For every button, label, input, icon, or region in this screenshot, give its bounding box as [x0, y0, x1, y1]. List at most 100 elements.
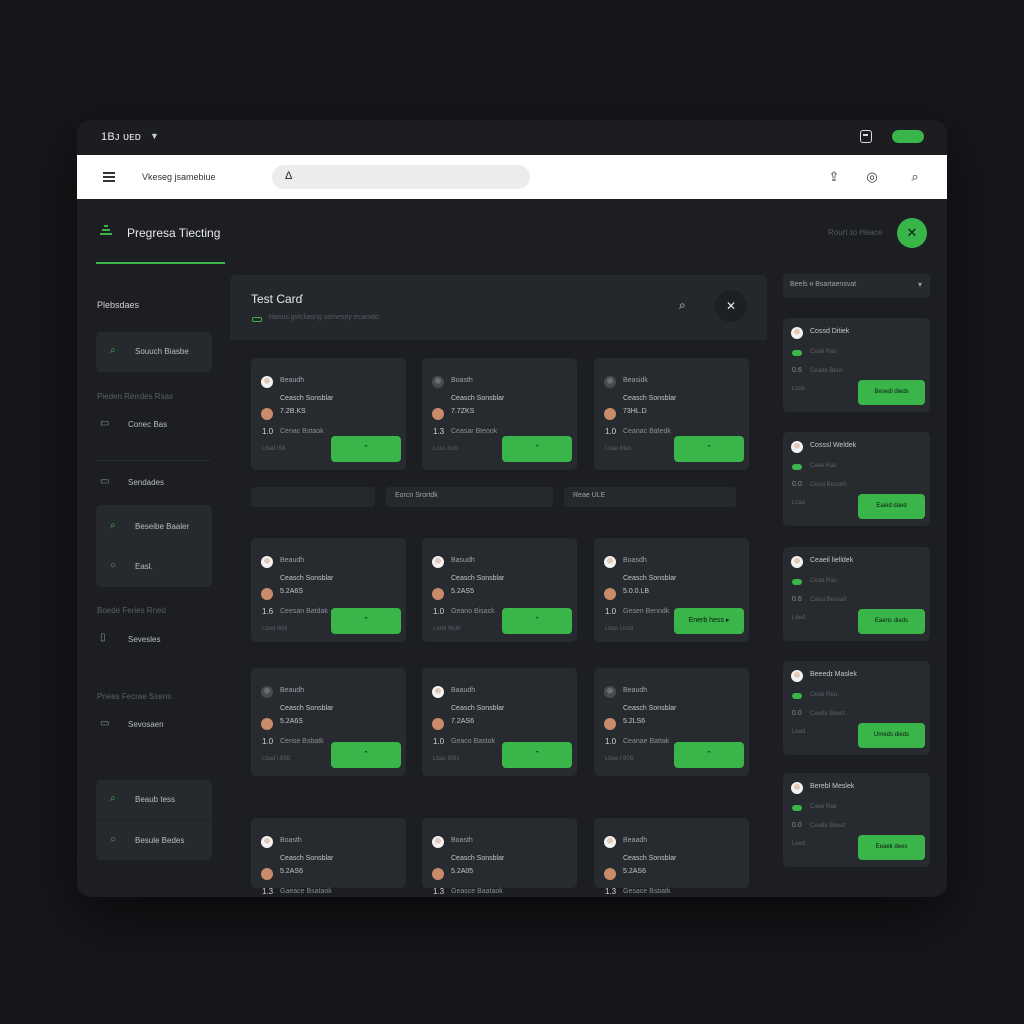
card-value: 73HL.D — [623, 408, 647, 415]
card-action-button[interactable]: ⌃ — [331, 608, 401, 634]
nav-item-beseibe[interactable]: Beseibe Baaler — [135, 522, 189, 531]
test-card[interactable]: Beaudh Ceasch Sonsblar 5.2LS6 1.0 Ceanae Bat… — [594, 668, 749, 776]
card-detail: Ceanac Batedk — [623, 428, 671, 435]
globe-icon[interactable]: ◎ — [863, 168, 881, 186]
side-card-number: 0.6 — [792, 596, 802, 603]
side-card[interactable]: Cosssl Weldek Ceee Ras 0.0 Cessi Besseh Lcad… — [783, 432, 930, 526]
app-window: 1Bᴊ ᴜᴇᴅ ▼ Vkeseg jsamebiue Δ ⇪ ◎ ⌕ Pregr… — [77, 120, 947, 897]
nav-item-sendades[interactable]: Sendades — [128, 478, 164, 487]
card-action-button[interactable]: Enerb hess ▸ — [674, 608, 744, 634]
search-input[interactable]: Δ — [272, 165, 530, 189]
nav-item-besule[interactable]: Besule Bedes — [135, 836, 184, 845]
side-card[interactable]: Beeedɪ Maslek Cede Reu 0.0 Ceede Beuct Lead U… — [783, 661, 930, 755]
side-card[interactable]: Ceaeil lielldek Ceda Ras 0.6 Cassi Bessalt L… — [783, 547, 930, 641]
card-name: Beaudh — [623, 687, 648, 694]
side-card-button[interactable]: Eeaek dees — [858, 835, 925, 860]
side-card-button[interactable]: Besedi dieds — [858, 380, 925, 405]
side-card-name: Cossd Ditiek — [810, 328, 850, 335]
test-card[interactable]: Boasth Ceasch Sonsblar 5.2A05 1.3 Geasce Baa… — [422, 818, 577, 896]
filter-segment[interactable]: Reae ULE — [564, 487, 736, 507]
avatar — [261, 408, 273, 420]
card-action-button[interactable]: ⌃ — [502, 742, 572, 768]
menu-icon[interactable] — [103, 171, 115, 182]
card-number: 1.0 — [433, 607, 445, 616]
avatar — [432, 376, 444, 388]
share-icon[interactable]: ⇪ — [825, 168, 843, 186]
side-card-button[interactable]: Eaeris dieds — [858, 609, 925, 634]
test-card[interactable]: Boasth Ceasch Sonsblar 5.2AS6 1.3 Gaeace Bsa… — [251, 818, 406, 896]
test-card[interactable]: Beaudh Ceasch Sonsblar 5.2A6S 1.0 Cense Bsba… — [251, 668, 406, 776]
status-toggle[interactable] — [892, 130, 924, 143]
divider — [96, 820, 212, 821]
test-card[interactable]: Beasidk Ceasch Sonsblar 73HL.D 1.0 Ceanac Ba… — [594, 358, 749, 470]
nav-item-label: Souuch Biasbe — [135, 347, 189, 356]
card-title: Ceasch Sonsblar — [623, 575, 677, 582]
card-value: 5.0.0.LB — [623, 588, 650, 595]
card-action-button[interactable]: ⌃ — [502, 436, 572, 462]
card-name: Boasth — [451, 377, 473, 384]
side-card[interactable]: Cossd Ditiek Cede Ras 0.6 Ceade Beuc Lcde Bes… — [783, 318, 930, 412]
card-number: 1.6 — [262, 607, 274, 616]
nav-item-sevesles[interactable]: Sevesles — [128, 635, 160, 644]
close-button[interactable]: ✕ — [897, 218, 927, 248]
side-card-meta: Lcad — [792, 500, 806, 506]
side-card[interactable]: Berebl Meslek Caee Rak 0.0 Ceade Beuat Leed E… — [783, 773, 930, 867]
card-number: 1.0 — [262, 427, 274, 436]
card-title: Ceasch Sonsblar — [280, 395, 334, 402]
side-card-detail: Caee Rak — [810, 804, 837, 810]
status-icon — [792, 805, 802, 811]
side-card-name: Cosssl Weldek — [810, 442, 857, 449]
avatar — [261, 718, 273, 730]
search-icon: ⌕ — [110, 793, 116, 804]
file-icon: ▯ — [100, 632, 106, 643]
card-value: 5.2AS5 — [451, 588, 474, 595]
test-card[interactable]: Beaadh Ceasch Sonsblar 5.2AS6 1.3 Gesace Bsb… — [594, 818, 749, 896]
inbox-icon: ▭ — [100, 418, 110, 429]
side-card-button[interactable]: Eaeid daed — [858, 494, 925, 519]
divider — [96, 460, 210, 461]
test-card[interactable]: Beaudh Ceasch Sonsblar 7.2B.KS 1.0 Cenac Bst… — [251, 358, 406, 470]
nav-item-search[interactable]: ⌕ Souuch Biasbe — [96, 332, 212, 372]
clipboard-icon[interactable] — [860, 130, 872, 143]
avatar — [432, 556, 444, 568]
test-card[interactable]: Baaudh Ceasch Sonsblar 7.2AS6 1.0 Geaco Bast… — [422, 668, 577, 776]
search-icon[interactable]: ⌕ — [679, 298, 686, 313]
avatar — [604, 836, 616, 848]
search-icon[interactable]: ⌕ — [906, 168, 924, 186]
card-action-button[interactable]: ⌃ — [674, 436, 744, 462]
card-action-button[interactable]: ⌃ — [331, 742, 401, 768]
chevron-down-icon[interactable]: ▼ — [150, 131, 159, 141]
card-action-button[interactable]: ⌃ — [331, 436, 401, 462]
card-action-button[interactable]: ⌃ — [674, 742, 744, 768]
nav-item-sevosaen[interactable]: Sevosaen — [128, 720, 164, 729]
card-detail: Cense Bsbatk — [280, 738, 324, 745]
card-meta: Lbas Ussb — [605, 626, 634, 632]
side-card-meta: Lead — [792, 729, 806, 735]
nav-item-easl[interactable]: Easl. — [135, 562, 153, 571]
side-card-button[interactable]: Umeds dieds — [858, 723, 925, 748]
test-card[interactable]: Basudh Ceasch Sonsblar 5.2AS5 1.0 Geano Bisa… — [422, 538, 577, 642]
test-card[interactable]: Boasth Ceasch Sonsblar 7.7ZKS 1.3 Ceasar Bte… — [422, 358, 577, 470]
filter-segment[interactable]: Eorcn Srortdk — [386, 487, 553, 507]
nav-item-beaub[interactable]: Beaub tess — [135, 795, 175, 804]
card-number: 1.0 — [262, 737, 274, 746]
filter-select[interactable]: Beels ʜ Bsartaensvat ▾ — [783, 274, 930, 298]
card-title: Ceasch Sonsblar — [280, 855, 334, 862]
card-title: Ceasch Sonsblar — [280, 705, 334, 712]
card-action-button[interactable]: ⌃ — [502, 608, 572, 634]
card-meta: Lbao Mas — [605, 446, 632, 452]
nav-section-faint: Pnees Fecrae Ssens — [97, 692, 172, 701]
filter-segment[interactable] — [251, 487, 375, 507]
card-meta: Lbad Wdl — [262, 626, 288, 632]
nav-item-coneo[interactable]: Conec Bas — [128, 420, 167, 429]
card-detail: Ceesan Batdak — [280, 608, 328, 615]
card-title: Ceasch Sonsblar — [623, 395, 677, 402]
test-card[interactable]: Boasdh Ceasch Sonsblar 5.0.0.LB 1.0 Gesen Be… — [594, 538, 749, 642]
card-number: 1.3 — [433, 427, 445, 436]
close-button[interactable]: ✕ — [715, 290, 747, 322]
card-number: 1.3 — [605, 887, 617, 896]
card-detail: Gaeace Bsataok — [280, 888, 332, 895]
header-link[interactable]: Rourt ɪo Heace — [828, 228, 882, 237]
test-card[interactable]: Beaudh Ceasch Sonsblar 5.2A6S 1.6 Ceesan Bat… — [251, 538, 406, 642]
progress-icon — [100, 224, 112, 236]
